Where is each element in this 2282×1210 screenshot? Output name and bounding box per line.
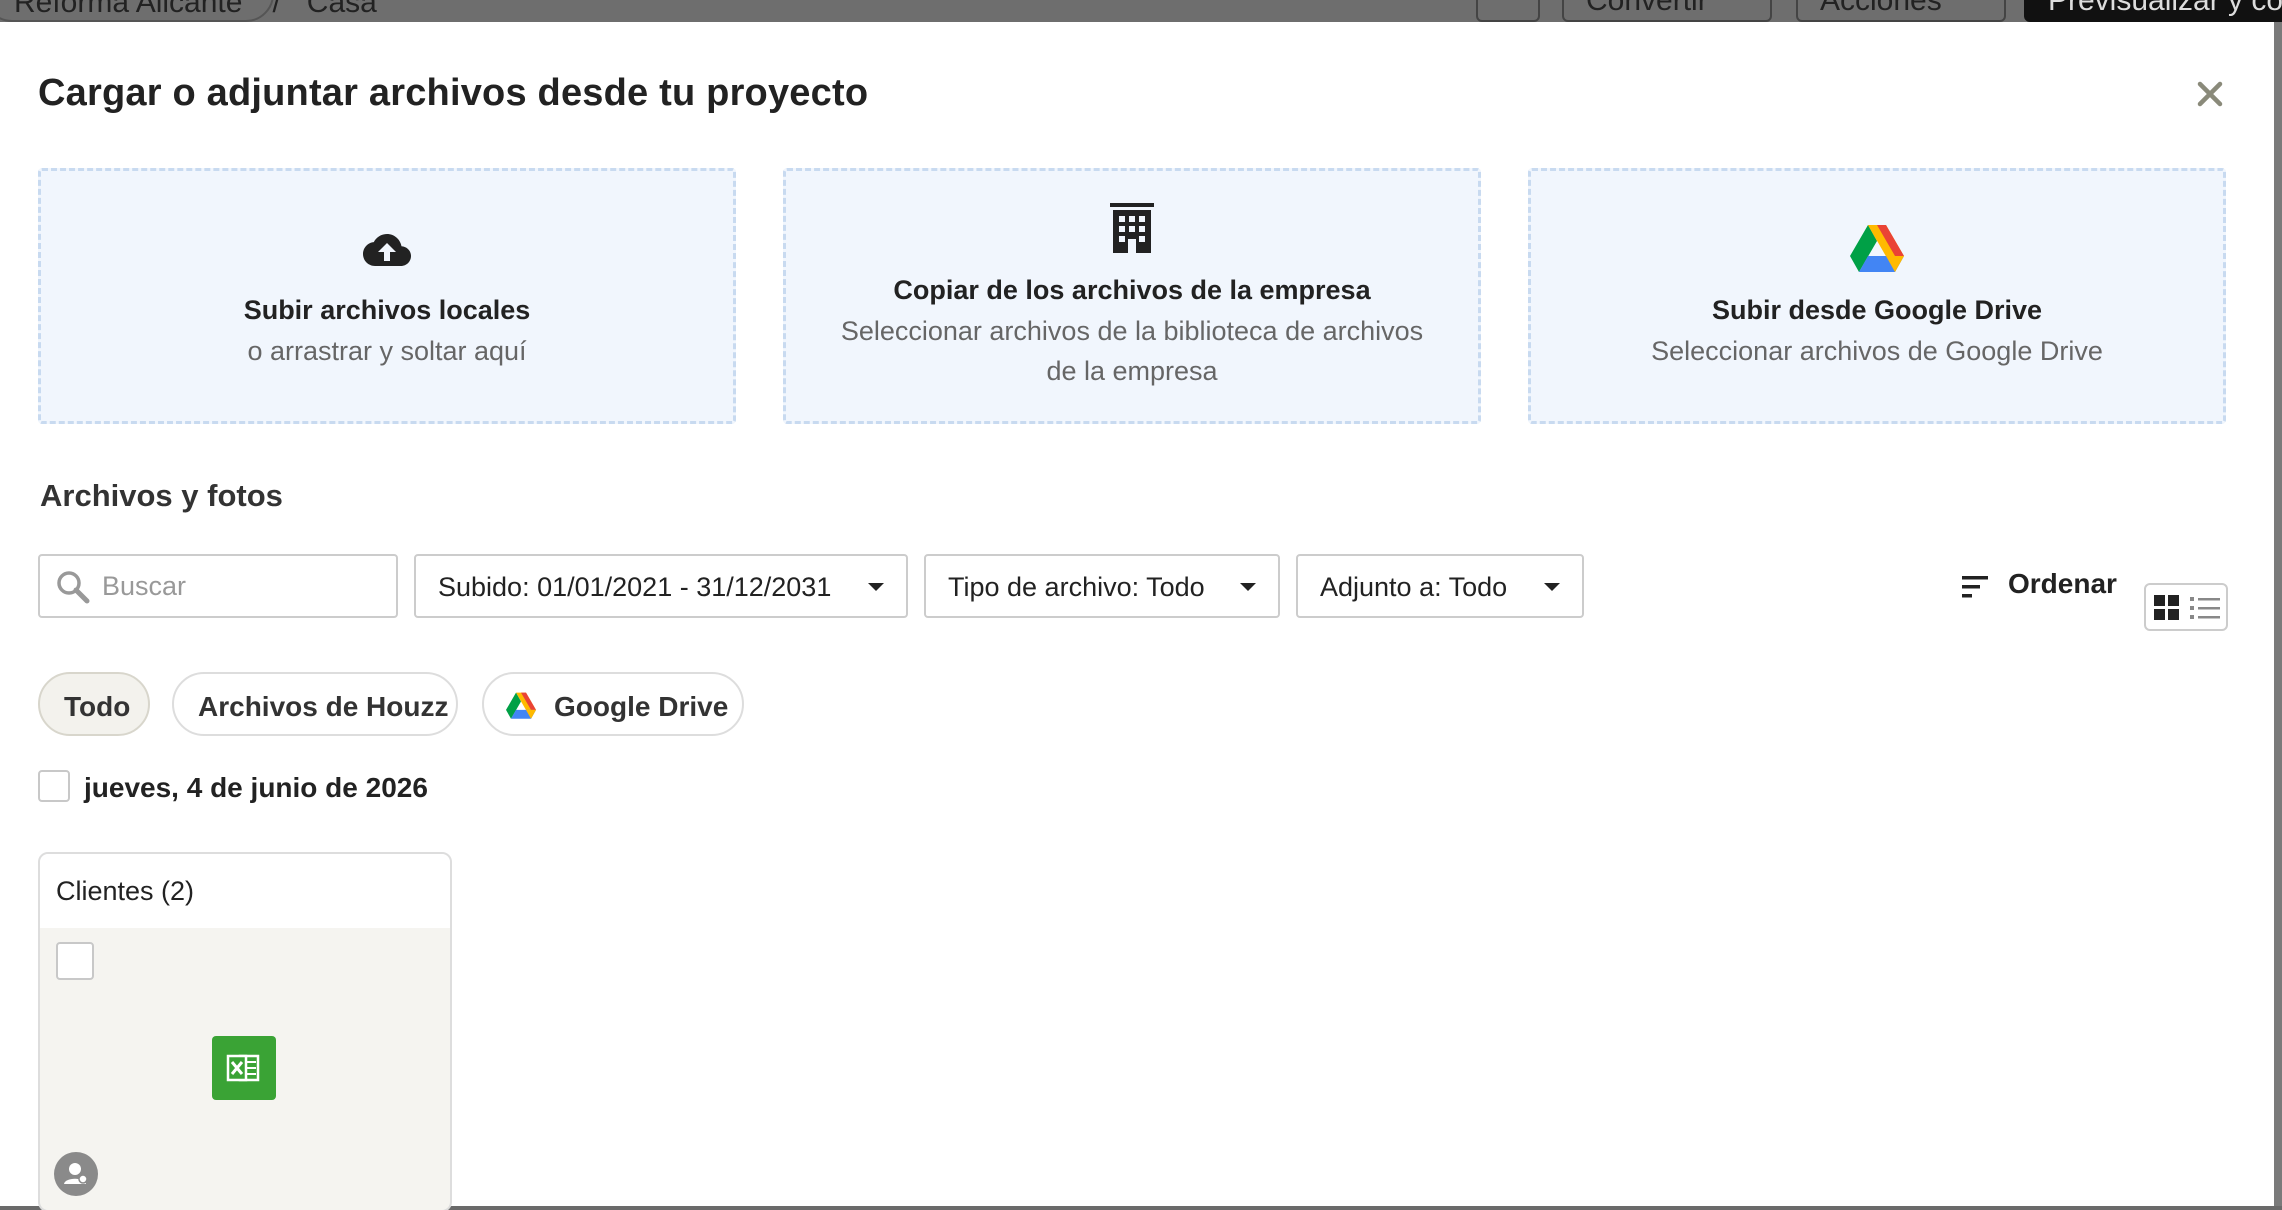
google-drive-icon xyxy=(1850,225,1904,272)
folder-checkbox[interactable] xyxy=(56,942,94,980)
sort-icon xyxy=(1962,576,1988,598)
google-drive-subtitle: Seleccionar archivos de Google Drive xyxy=(1651,336,2103,366)
history-button xyxy=(1476,0,1540,22)
close-button[interactable] xyxy=(2190,74,2230,114)
chip-google-drive[interactable]: Google Drive xyxy=(482,672,744,736)
search-input[interactable] xyxy=(102,564,382,608)
folder-card-header: Clientes (2) xyxy=(40,854,450,928)
uploaded-date-filter[interactable]: Subido: 01/01/2021 - 31/12/2031 xyxy=(414,554,908,618)
folder-card[interactable]: Clientes (2) xyxy=(38,852,452,1210)
excel-icon xyxy=(212,1036,276,1100)
actions-button: Acciones xyxy=(1796,0,2006,22)
chip-google-drive-label: Google Drive xyxy=(554,691,729,722)
upload-local-subtitle: o arrastrar y soltar aquí xyxy=(247,336,527,366)
file-type-filter[interactable]: Tipo de archivo: Todo xyxy=(924,554,1280,618)
upload-local-title: Subir archivos locales xyxy=(243,295,531,325)
convert-button: Convertir xyxy=(1562,0,1772,22)
google-drive-card[interactable]: Subir desde Google Drive Seleccionar arc… xyxy=(1528,168,2226,424)
modal-title: Cargar o adjuntar archivos desde tu proy… xyxy=(38,72,869,114)
file-type-filter-label: Tipo de archivo: Todo xyxy=(948,572,1205,602)
breadcrumb-separator: / xyxy=(272,0,281,19)
search-box[interactable] xyxy=(38,554,398,618)
google-drive-title: Subir desde Google Drive xyxy=(1711,295,2043,325)
breadcrumb-page: Casa xyxy=(306,0,377,19)
preview-button: Previsualizar y co xyxy=(2024,0,2282,22)
search-icon xyxy=(57,571,90,604)
section-title: Archivos y fotos xyxy=(40,478,283,513)
chip-all[interactable]: Todo xyxy=(38,672,150,736)
user-avatar-icon xyxy=(54,1152,98,1196)
folder-name: Clientes (2) xyxy=(56,876,195,906)
chip-houzz-label: Archivos de Houzz xyxy=(198,691,449,722)
background-header: Reforma Alicante / Casa Convertir Acciones… xyxy=(0,0,2282,22)
upload-local-card[interactable]: Subir archivos locales o arrastrar y sol… xyxy=(38,168,736,424)
background-scrollbar xyxy=(2274,22,2282,1210)
company-files-card[interactable]: Copiar de los archivos de la empresa Sel… xyxy=(783,168,1481,424)
chevron-down-icon xyxy=(868,583,884,591)
list-view-icon[interactable] xyxy=(2190,595,2220,621)
chip-all-label: Todo xyxy=(64,691,131,722)
grid-view-icon[interactable] xyxy=(2154,595,2180,621)
chip-houzz-files[interactable]: Archivos de Houzz xyxy=(172,672,458,736)
cloud-upload-icon xyxy=(363,234,411,266)
date-group-label: jueves, 4 de junio de 2026 xyxy=(84,772,428,803)
sort-label: Ordenar xyxy=(2008,568,2117,599)
uploaded-date-filter-label: Subido: 01/01/2021 - 31/12/2031 xyxy=(438,572,832,602)
chevron-down-icon xyxy=(1240,583,1256,591)
date-group-checkbox[interactable] xyxy=(38,770,70,802)
breadcrumb-pill xyxy=(0,0,274,22)
google-drive-icon xyxy=(506,692,536,719)
company-files-subtitle: Seleccionar archivos de la biblioteca de… xyxy=(840,316,1424,386)
attached-to-filter-label: Adjunto a: Todo xyxy=(1320,572,1508,602)
building-icon xyxy=(1110,203,1154,253)
upload-modal: Cargar o adjuntar archivos desde tu proy… xyxy=(0,22,2274,1210)
attached-to-filter[interactable]: Adjunto a: Todo xyxy=(1296,554,1584,618)
background-breadcrumb: Reforma Alicante / Casa xyxy=(0,0,377,22)
close-icon xyxy=(2197,81,2223,107)
company-files-title: Copiar de los archivos de la empresa xyxy=(893,275,1371,305)
chevron-down-icon xyxy=(1544,583,1560,591)
view-toggle xyxy=(2144,583,2228,631)
